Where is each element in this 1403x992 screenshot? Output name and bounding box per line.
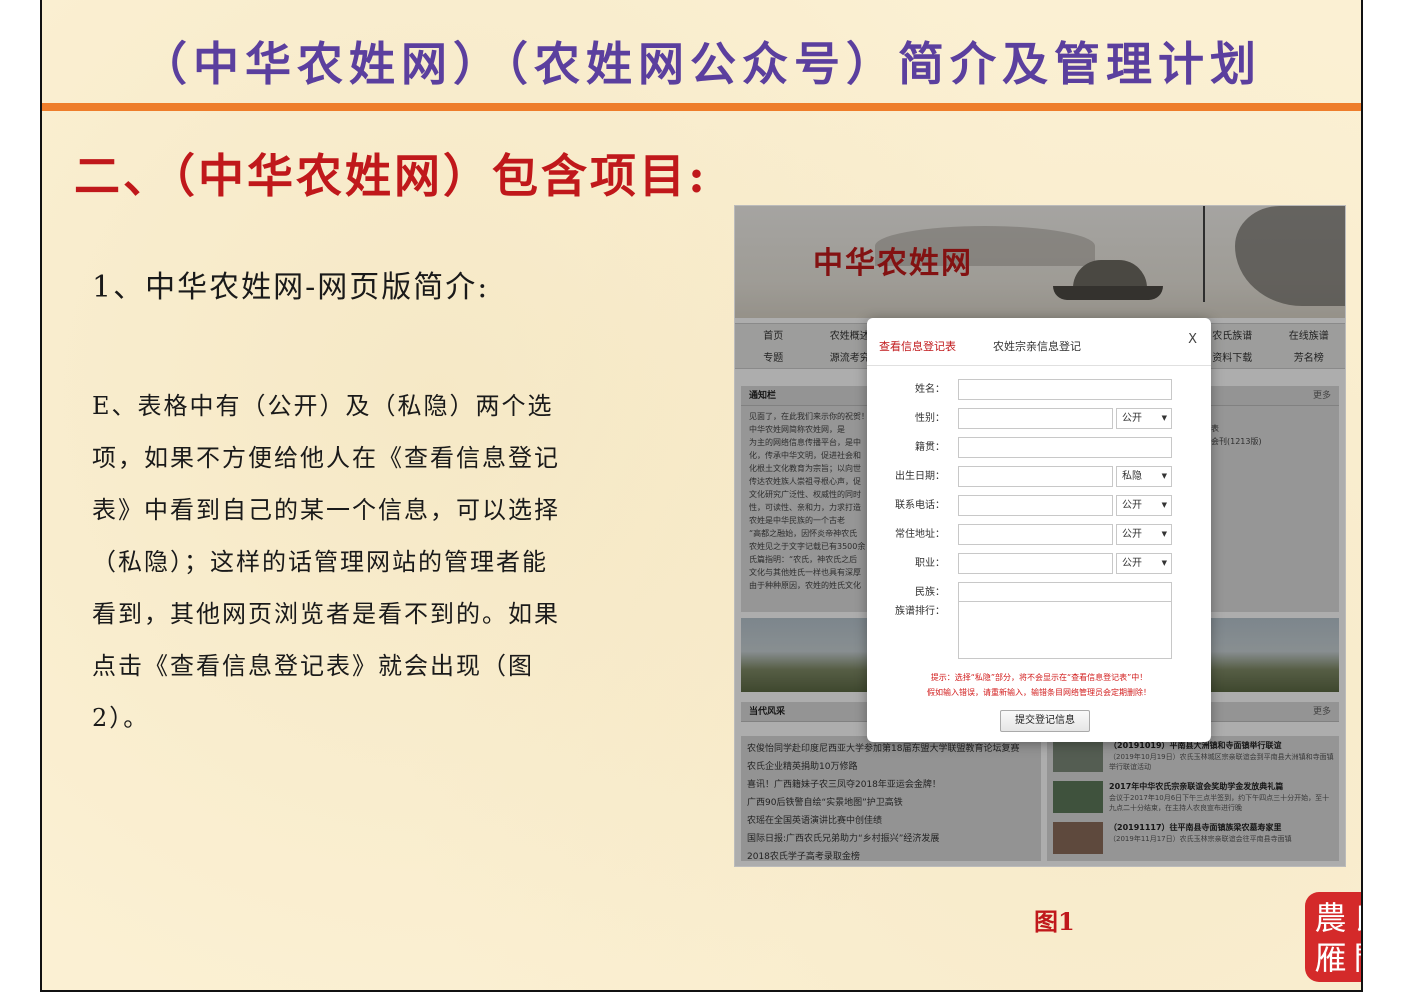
field-label: 性别： xyxy=(915,413,945,424)
privacy-select-value: 公开 xyxy=(1122,413,1142,424)
field-label: 籍贯： xyxy=(915,442,945,453)
seal-logo: 農氏雁門 xyxy=(1305,892,1361,982)
field-label: 联系电话： xyxy=(895,500,945,511)
registration-modal: 查看信息登记表 农姓宗亲信息登记 X 姓名： 性别： 公开 ▼ 籍贯： 出生日期： 私隐 ▼ 联… xyxy=(867,318,1211,742)
chevron-down-icon: ▼ xyxy=(1161,530,1167,538)
privacy-select[interactable]: 公开 ▼ xyxy=(1116,524,1172,545)
modal-divider xyxy=(867,365,1211,366)
form-row: 性别： 公开 ▼ xyxy=(867,408,1211,430)
privacy-select-value: 私隐 xyxy=(1122,471,1142,482)
seal-character: 門 xyxy=(1350,938,1361,978)
body-paragraph: E、表格中有（公开）及（私隐）两个选项，如果不方便给他人在《查看信息登记表》中看… xyxy=(92,392,560,732)
form-row: 职业： 公开 ▼ xyxy=(867,553,1211,575)
section-heading: 二、（中华农姓网）包含项目: xyxy=(74,149,708,203)
field-label: 常住地址： xyxy=(895,529,945,540)
field-input[interactable] xyxy=(958,524,1113,545)
field-input[interactable] xyxy=(958,437,1172,458)
chevron-down-icon: ▼ xyxy=(1161,559,1167,567)
field-input[interactable] xyxy=(958,466,1113,487)
subheading: 1、中华农姓网-网页版简介: xyxy=(92,270,490,305)
form-row: 联系电话： 公开 ▼ xyxy=(867,495,1211,517)
field-label: 出生日期： xyxy=(895,471,945,482)
tab-view-registry[interactable]: 查看信息登记表 xyxy=(879,338,956,354)
hint-privacy: 提示：选择“私隐”部分，将不会显示在“查看信息登记表”中！ xyxy=(930,673,1148,682)
tab-register-info[interactable]: 农姓宗亲信息登记 xyxy=(993,338,1081,354)
hint-errors: 假如输入错误，请重新输入，输错条目网络管理员会定期删除！ xyxy=(927,688,1151,697)
privacy-select-value: 公开 xyxy=(1122,529,1142,540)
slide-title: （中华农姓网）（农姓网公众号）简介及管理计划 xyxy=(141,37,1262,91)
privacy-select-value: 公开 xyxy=(1122,500,1142,511)
chevron-down-icon: ▼ xyxy=(1161,472,1167,480)
privacy-select[interactable]: 私隐 ▼ xyxy=(1116,466,1172,487)
field-input[interactable] xyxy=(958,553,1113,574)
title-divider xyxy=(42,103,1361,111)
genealogy-textarea[interactable] xyxy=(958,601,1172,659)
form-row: 出生日期： 私隐 ▼ xyxy=(867,466,1211,488)
figure-caption: 图1 xyxy=(1034,907,1075,936)
form-row: 籍贯： xyxy=(867,437,1211,459)
form-row: 姓名： xyxy=(867,379,1211,401)
field-input[interactable] xyxy=(958,495,1113,516)
seal-character: 農 xyxy=(1314,899,1347,937)
seal-character: 氏 xyxy=(1350,898,1361,938)
field-input[interactable] xyxy=(958,408,1113,429)
chevron-down-icon: ▼ xyxy=(1161,414,1167,422)
field-label: 职业： xyxy=(915,558,945,569)
submit-button[interactable]: 提交登记信息 xyxy=(1000,710,1090,732)
seal-character: 雁 xyxy=(1314,939,1347,977)
privacy-select-value: 公开 xyxy=(1122,558,1142,569)
close-icon[interactable]: X xyxy=(1188,332,1197,347)
privacy-select[interactable]: 公开 ▼ xyxy=(1116,408,1172,429)
field-input[interactable] xyxy=(958,379,1172,400)
slide: （中华农姓网）（农姓网公众号）简介及管理计划 二、（中华农姓网）包含项目: 1、… xyxy=(40,0,1363,992)
field-label: 姓名： xyxy=(915,384,945,395)
website-screenshot: 中华农姓网 首页 农姓概述 农氏族谱 在线族谱 专题 源流考究 资料下载 芳名榜 通知栏 更… xyxy=(734,205,1346,867)
field-input[interactable] xyxy=(958,582,1172,603)
privacy-select[interactable]: 公开 ▼ xyxy=(1116,495,1172,516)
form-row: 常住地址： 公开 ▼ xyxy=(867,524,1211,546)
genealogy-label: 族谱排行： xyxy=(895,606,945,617)
privacy-select[interactable]: 公开 ▼ xyxy=(1116,553,1172,574)
chevron-down-icon: ▼ xyxy=(1161,501,1167,509)
